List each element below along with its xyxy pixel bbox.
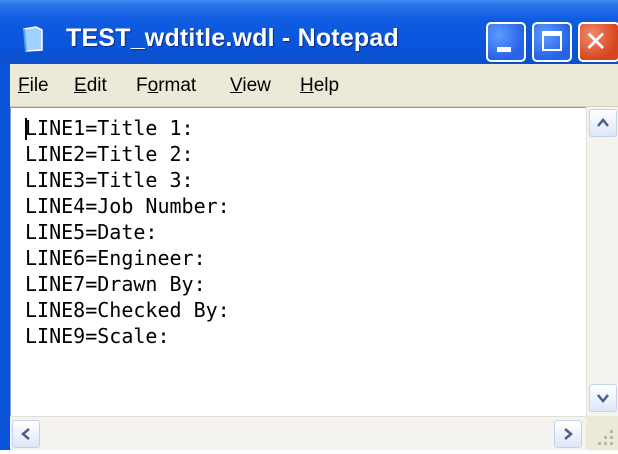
- text-line: LINE8=Checked By:: [25, 298, 230, 322]
- text-editor[interactable]: LINE1=Title 1: LINE2=Title 2: LINE3=Title …: [10, 107, 586, 416]
- text-line: LINE6=Engineer:: [25, 246, 206, 270]
- text-line: LINE7=Drawn By:: [25, 272, 206, 296]
- scroll-up-button[interactable]: [589, 109, 617, 137]
- menu-help[interactable]: Help: [300, 75, 339, 97]
- menu-view[interactable]: View: [230, 75, 271, 97]
- notepad-icon[interactable]: [22, 26, 43, 52]
- chevron-right-icon: [564, 428, 573, 440]
- vertical-scrollbar[interactable]: [586, 107, 618, 416]
- scroll-down-button[interactable]: [589, 384, 617, 412]
- text-line: LINE1=Title 1:: [25, 116, 194, 140]
- menu-file[interactable]: File: [18, 75, 49, 97]
- document-text: LINE1=Title 1: LINE2=Title 2: LINE3=Title …: [25, 115, 230, 349]
- chevron-up-icon: [597, 118, 609, 127]
- text-line: LINE5=Date:: [25, 220, 158, 244]
- horizontal-scrollbar[interactable]: [10, 416, 586, 450]
- text-line: LINE3=Title 3:: [25, 168, 194, 192]
- minimize-icon: [497, 47, 511, 52]
- menu-bar: File Edit Format View Help: [10, 64, 618, 107]
- menu-edit[interactable]: Edit: [74, 75, 107, 97]
- window-title: TEST_wdtitle.wdl - Notepad: [66, 24, 399, 52]
- menu-format[interactable]: Format: [136, 75, 196, 97]
- text-line: LINE4=Job Number:: [25, 194, 230, 218]
- chevron-left-icon: [21, 428, 30, 440]
- text-line: LINE2=Title 2:: [25, 142, 194, 166]
- text-line: LINE9=Scale:: [25, 324, 170, 348]
- scroll-right-button[interactable]: [554, 420, 582, 448]
- chevron-down-icon: [597, 394, 609, 403]
- scroll-left-button[interactable]: [12, 420, 40, 448]
- maximize-button[interactable]: [532, 22, 572, 62]
- close-icon: ✕: [584, 25, 608, 58]
- minimize-button[interactable]: [486, 22, 526, 62]
- maximize-icon: [542, 31, 562, 51]
- close-button[interactable]: ✕: [578, 22, 618, 62]
- title-bar[interactable]: TEST_wdtitle.wdl - Notepad ✕: [0, 0, 618, 64]
- resize-grip-icon: [598, 430, 613, 445]
- notepad-window: TEST_wdtitle.wdl - Notepad ✕ File Edit F…: [0, 0, 618, 450]
- resize-grip[interactable]: [586, 416, 618, 450]
